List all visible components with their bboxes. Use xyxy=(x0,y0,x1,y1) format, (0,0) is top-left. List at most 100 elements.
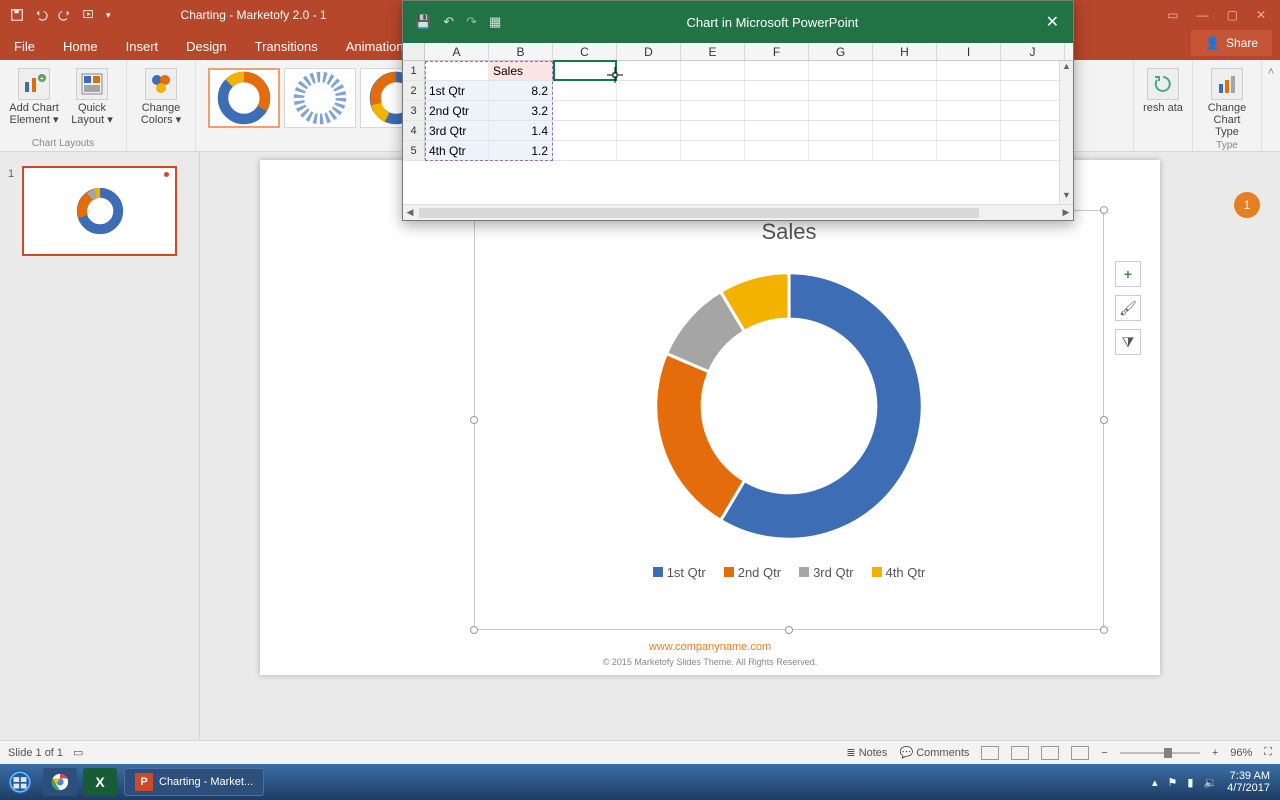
excel-options-icon[interactable]: ▦ xyxy=(489,14,501,30)
slide-editor[interactable]: 1 Sales 1st Qtr 2nd Qtr 3rd Qtr 4th Qtr xyxy=(200,152,1280,740)
slide-thumbnail-pane[interactable]: 1 xyxy=(0,152,200,740)
refresh-data-button[interactable]: resh ata xyxy=(1142,64,1184,114)
col-header-e[interactable]: E xyxy=(681,43,745,60)
resize-handle[interactable] xyxy=(1100,206,1108,214)
tab-file[interactable]: File xyxy=(0,33,49,60)
chart-style-1[interactable] xyxy=(208,68,280,128)
cell-h4[interactable] xyxy=(873,121,937,140)
tab-transitions[interactable]: Transitions xyxy=(241,33,332,60)
cell-b1[interactable]: Sales xyxy=(489,61,553,80)
resize-handle[interactable] xyxy=(785,626,793,634)
cell-f4[interactable] xyxy=(745,121,809,140)
tab-home[interactable]: Home xyxy=(49,33,112,60)
start-button[interactable] xyxy=(0,764,40,800)
cell-d4[interactable] xyxy=(617,121,681,140)
col-header-i[interactable]: I xyxy=(937,43,1001,60)
legend-item-q2[interactable]: 2nd Qtr xyxy=(724,565,781,580)
legend-item-q3[interactable]: 3rd Qtr xyxy=(799,565,853,580)
excel-save-icon[interactable]: 💾 xyxy=(415,14,431,30)
notes-toggle[interactable]: ≣ Notes xyxy=(846,746,887,759)
cell-f3[interactable] xyxy=(745,101,809,120)
cell-c5[interactable] xyxy=(553,141,617,160)
slide-thumbnail-1[interactable] xyxy=(22,166,177,256)
tray-sound-icon[interactable]: 🔉 xyxy=(1203,776,1217,789)
taskbar-clock[interactable]: 7:39 AM 4/7/2017 xyxy=(1227,770,1270,794)
excel-close-button[interactable]: ✕ xyxy=(1032,12,1073,32)
minimize-icon[interactable]: — xyxy=(1197,8,1209,22)
zoom-in-button[interactable]: + xyxy=(1212,747,1218,759)
excel-title-bar[interactable]: 💾 ↶ ↷ ▦ Chart in Microsoft PowerPoint ✕ xyxy=(403,1,1073,43)
col-header-b[interactable]: B xyxy=(489,43,553,60)
cell-g2[interactable] xyxy=(809,81,873,100)
save-icon[interactable] xyxy=(10,8,24,22)
resize-handle[interactable] xyxy=(470,626,478,634)
resize-handle[interactable] xyxy=(1100,626,1108,634)
redo-icon[interactable] xyxy=(58,8,72,22)
chart-styles-button[interactable]: 🖌 xyxy=(1115,295,1141,321)
col-header-d[interactable]: D xyxy=(617,43,681,60)
maximize-icon[interactable]: ▢ xyxy=(1227,8,1238,22)
row-header-4[interactable]: 4 xyxy=(403,121,425,140)
cell-h5[interactable] xyxy=(873,141,937,160)
normal-view-button[interactable] xyxy=(981,746,999,760)
comments-toggle[interactable]: 💬 Comments xyxy=(899,746,969,759)
cell-a5[interactable]: 4th Qtr xyxy=(425,141,489,160)
cell-b2[interactable]: 8.2 xyxy=(489,81,553,100)
close-icon[interactable]: ✕ xyxy=(1256,8,1266,22)
resize-handle[interactable] xyxy=(1100,416,1108,424)
cell-e3[interactable] xyxy=(681,101,745,120)
tab-insert[interactable]: Insert xyxy=(112,33,173,60)
cell-h2[interactable] xyxy=(873,81,937,100)
row-header-1[interactable]: 1 xyxy=(403,61,425,80)
resize-handle[interactable] xyxy=(470,416,478,424)
col-header-h[interactable]: H xyxy=(873,43,937,60)
cell-c4[interactable] xyxy=(553,121,617,140)
legend-item-q1[interactable]: 1st Qtr xyxy=(653,565,706,580)
horizontal-scrollbar[interactable]: ◀▶ xyxy=(403,204,1073,220)
row-header-5[interactable]: 5 xyxy=(403,141,425,160)
col-header-a[interactable]: A xyxy=(425,43,489,60)
cell-b5[interactable]: 1.2 xyxy=(489,141,553,160)
cell-f2[interactable] xyxy=(745,81,809,100)
chart-elements-button[interactable]: + xyxy=(1115,261,1141,287)
chart-style-2[interactable] xyxy=(284,68,356,128)
cell-h3[interactable] xyxy=(873,101,937,120)
cell-e4[interactable] xyxy=(681,121,745,140)
cell-g5[interactable] xyxy=(809,141,873,160)
qat-more-icon[interactable]: ▾ xyxy=(106,10,111,21)
cell-c3[interactable] xyxy=(553,101,617,120)
cell-a2[interactable]: 1st Qtr xyxy=(425,81,489,100)
row-header-3[interactable]: 3 xyxy=(403,101,425,120)
cell-a3[interactable]: 2nd Qtr xyxy=(425,101,489,120)
cell-d5[interactable] xyxy=(617,141,681,160)
zoom-out-button[interactable]: − xyxy=(1101,747,1107,759)
cell-i5[interactable] xyxy=(937,141,1001,160)
tray-network-icon[interactable]: ▮ xyxy=(1187,776,1193,789)
excel-redo-icon[interactable]: ↷ xyxy=(466,14,477,30)
add-chart-element-button[interactable]: + Add Chart Element ▾ xyxy=(8,64,60,126)
zoom-slider[interactable] xyxy=(1120,752,1200,754)
cell-g3[interactable] xyxy=(809,101,873,120)
cell-i4[interactable] xyxy=(937,121,1001,140)
chart-title[interactable]: Sales xyxy=(475,219,1103,245)
cell-a4[interactable]: 3rd Qtr xyxy=(425,121,489,140)
donut-chart[interactable] xyxy=(475,251,1103,561)
cell-b4[interactable]: 1.4 xyxy=(489,121,553,140)
vertical-scrollbar[interactable]: ▲▼ xyxy=(1059,61,1073,204)
excel-undo-icon[interactable]: ↶ xyxy=(443,14,454,30)
change-colors-button[interactable]: Change Colors ▾ xyxy=(135,64,187,126)
ribbon-collapse-icon[interactable]: ˄ xyxy=(1262,60,1280,151)
spell-check-icon[interactable]: ▭ xyxy=(73,746,83,759)
tray-flag-icon[interactable]: ⚑ xyxy=(1168,776,1178,789)
cell-d2[interactable] xyxy=(617,81,681,100)
cell-c2[interactable] xyxy=(553,81,617,100)
cell-b3[interactable]: 3.2 xyxy=(489,101,553,120)
cell-i3[interactable] xyxy=(937,101,1001,120)
cell-f5[interactable] xyxy=(745,141,809,160)
excel-data-window[interactable]: 💾 ↶ ↷ ▦ Chart in Microsoft PowerPoint ✕ … xyxy=(402,0,1074,221)
chart-object[interactable]: Sales 1st Qtr 2nd Qtr 3rd Qtr 4th Qtr xyxy=(474,210,1104,630)
col-header-g[interactable]: G xyxy=(809,43,873,60)
zoom-percent[interactable]: 96% xyxy=(1230,747,1252,759)
cell-f1[interactable] xyxy=(745,61,809,80)
legend-item-q4[interactable]: 4th Qtr xyxy=(872,565,926,580)
